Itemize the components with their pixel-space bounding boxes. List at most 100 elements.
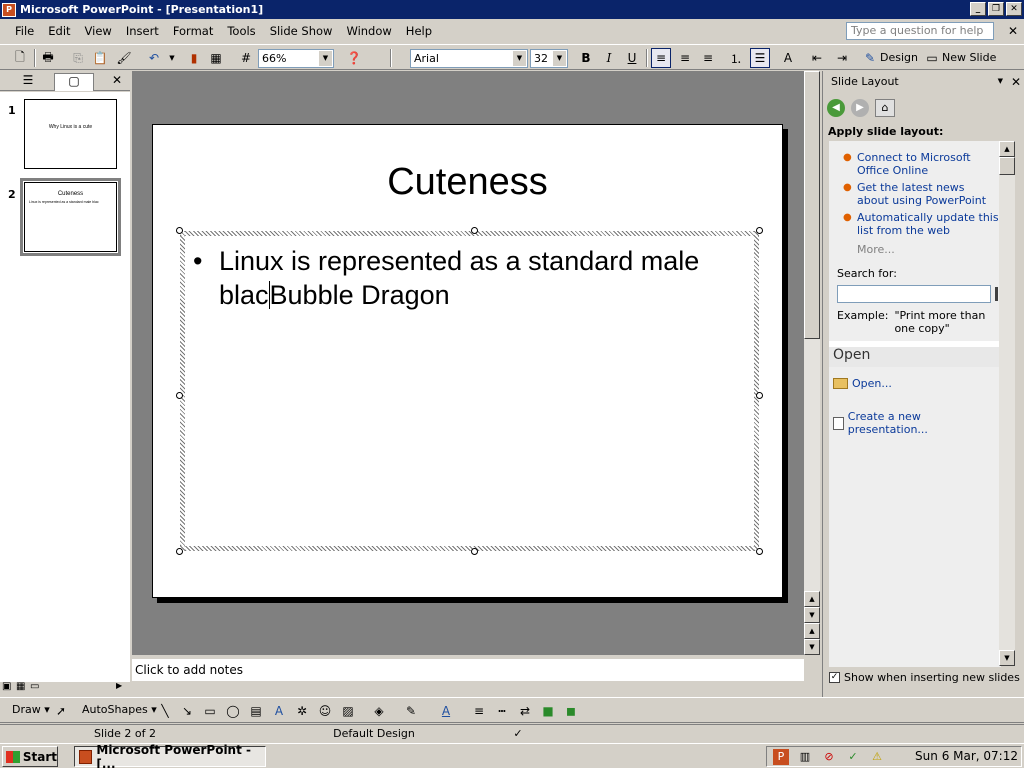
resize-handle[interactable] — [471, 227, 478, 234]
arrow-icon[interactable]: ↘ — [178, 702, 196, 720]
link-latest-news[interactable]: ● Get the latest news about using PowerPo… — [837, 181, 999, 207]
link-connect-office-online[interactable]: ● Connect to Microsoft Office Online — [837, 151, 999, 177]
align-center-icon[interactable]: ≡ — [675, 48, 695, 68]
insert-chart-icon[interactable]: ▮ — [184, 48, 204, 68]
line-color-icon[interactable]: ✎ — [402, 702, 420, 720]
close-document-icon[interactable]: ✕ — [1008, 24, 1018, 38]
alert-icon[interactable]: ⚠ — [869, 749, 885, 765]
minimize-button[interactable]: _ — [970, 2, 986, 16]
print-icon[interactable]: 🖶 — [38, 48, 58, 68]
menu-help[interactable]: Help — [399, 24, 439, 38]
resize-handle[interactable] — [756, 392, 763, 399]
line-style-icon[interactable]: ≡ — [470, 702, 488, 720]
resize-handle[interactable] — [756, 548, 763, 555]
zoom-select[interactable]: 66% ▼ — [258, 49, 334, 68]
insert-table-icon[interactable]: ▦ — [206, 48, 226, 68]
menu-window[interactable]: Window — [339, 24, 398, 38]
more-link[interactable]: More... — [857, 243, 895, 256]
copy-icon[interactable]: ⎘ — [68, 48, 88, 68]
chevron-down-icon[interactable]: ▼ — [998, 77, 1003, 85]
scroll-down-icon[interactable]: ▼ — [804, 607, 820, 623]
shadow-icon[interactable]: ■ — [539, 702, 557, 720]
increase-indent-icon[interactable]: ⇥ — [832, 48, 852, 68]
text-box-icon[interactable]: ▤ — [247, 702, 265, 720]
resize-handle[interactable] — [176, 392, 183, 399]
new-slide-button[interactable]: New Slide — [942, 51, 996, 64]
tab-outline[interactable]: ☰ — [8, 73, 48, 91]
menu-format[interactable]: Format — [166, 24, 221, 38]
wordart-icon[interactable]: A — [270, 702, 288, 720]
design-icon[interactable]: ✎ — [860, 48, 880, 68]
autoshapes-menu-button[interactable]: AutoShapes ▾ — [82, 703, 157, 716]
slide-thumbnail-1[interactable]: Why Linux is a cute — [24, 99, 117, 169]
scroll-down-icon[interactable]: ▼ — [999, 650, 1015, 666]
draw-menu-button[interactable]: Draw ▾ — [12, 703, 50, 716]
resize-handle[interactable] — [176, 548, 183, 555]
back-icon[interactable]: ◀ — [827, 99, 845, 117]
arrow-style-icon[interactable]: ⇄ — [516, 702, 534, 720]
normal-view-icon[interactable]: ▣ — [2, 681, 11, 692]
content-text-area[interactable]: • Linux is represented as a standard mal… — [185, 236, 754, 546]
next-slide-icon[interactable]: ▼ — [804, 639, 820, 655]
undo-dropdown-icon[interactable]: ▼ — [162, 48, 182, 68]
new-slide-icon[interactable]: ▭ — [922, 48, 942, 68]
undo-icon[interactable]: ↶ — [144, 48, 164, 68]
start-button[interactable]: Start — [2, 746, 58, 767]
taskbar-app-powerpoint[interactable]: Microsoft PowerPoint - [... — [74, 743, 266, 768]
home-icon[interactable]: ⌂ — [875, 99, 895, 117]
menu-tools[interactable]: Tools — [220, 24, 262, 38]
rectangle-icon[interactable]: ▭ — [201, 702, 219, 720]
help-icon[interactable]: ❓ — [344, 48, 364, 68]
oval-icon[interactable]: ◯ — [224, 702, 242, 720]
menu-view[interactable]: View — [78, 24, 119, 38]
menu-file[interactable]: File — [8, 24, 41, 38]
chevron-down-icon[interactable]: ▼ — [513, 51, 526, 66]
scrollbar-thumb[interactable] — [804, 71, 820, 339]
powerpoint-tray-icon[interactable]: P — [773, 749, 789, 765]
close-icon[interactable]: ✕ — [1011, 75, 1021, 89]
align-right-icon[interactable]: ≡ — [698, 48, 718, 68]
slide-thumbnail-2[interactable]: Cuteness Linux is represented as a stand… — [20, 178, 121, 256]
slide-show-view-icon[interactable]: ▭ — [30, 681, 39, 692]
content-placeholder[interactable]: • Linux is represented as a standard mal… — [176, 227, 763, 555]
network-icon[interactable]: ▥ — [797, 749, 813, 765]
open-link[interactable]: Open... — [833, 377, 892, 390]
powerpoint-icon[interactable]: P — [2, 2, 16, 17]
slide-sorter-view-icon[interactable]: ▦ — [16, 681, 25, 692]
no-entry-icon[interactable]: ⊘ — [821, 749, 837, 765]
checkbox-checked-icon[interactable]: ✓ — [829, 672, 840, 683]
task-pane-scrollbar[interactable]: ▲ ▼ — [999, 141, 1015, 666]
bold-button[interactable]: B — [576, 48, 596, 68]
font-size-select[interactable]: 32 ▼ — [530, 49, 568, 68]
security-icon[interactable]: ✓ — [845, 749, 861, 765]
search-go-icon[interactable] — [995, 287, 998, 301]
spelling-icon[interactable]: ✓ — [506, 727, 530, 742]
menu-slide-show[interactable]: Slide Show — [263, 24, 340, 38]
show-grid-icon[interactable]: # — [236, 48, 256, 68]
menu-insert[interactable]: Insert — [119, 24, 166, 38]
clip-art-icon[interactable]: ☺ — [316, 702, 334, 720]
notes-pane[interactable]: Click to add notes — [132, 657, 804, 681]
clock[interactable]: Sun 6 Mar, 07:12 — [915, 749, 1018, 763]
dash-style-icon[interactable]: ┅ — [493, 702, 511, 720]
link-auto-update[interactable]: ● Automatically update this list from the… — [837, 211, 999, 237]
font-select[interactable]: Arial ▼ — [410, 49, 528, 68]
scroll-up-icon[interactable]: ▲ — [804, 591, 820, 607]
paste-icon[interactable]: 📋 — [90, 48, 110, 68]
bullets-icon[interactable]: ☰ — [750, 48, 770, 68]
select-objects-icon[interactable]: ➚ — [52, 702, 70, 720]
search-input[interactable] — [837, 285, 991, 303]
scrollbar-thumb[interactable] — [999, 157, 1015, 175]
underline-button[interactable]: U — [622, 48, 642, 68]
forward-icon[interactable]: ▶ — [851, 99, 869, 117]
create-presentation-link[interactable]: Create a new presentation... — [833, 410, 1001, 436]
insert-picture-icon[interactable]: ▨ — [339, 702, 357, 720]
3d-style-icon[interactable]: ◼ — [562, 702, 580, 720]
numbering-icon[interactable]: ⒈ — [726, 48, 746, 68]
italic-button[interactable]: I — [599, 48, 619, 68]
show-when-inserting[interactable]: ✓ Show when inserting new slides — [829, 671, 1020, 684]
fill-color-icon[interactable]: ◈ — [370, 702, 388, 720]
slide-canvas[interactable]: Cuteness • Linux is represented as a sta… — [152, 124, 783, 598]
bullet-item[interactable]: • Linux is represented as a standard mal… — [193, 244, 733, 312]
bullet-text[interactable]: Linux is represented as a standard male … — [219, 244, 733, 312]
